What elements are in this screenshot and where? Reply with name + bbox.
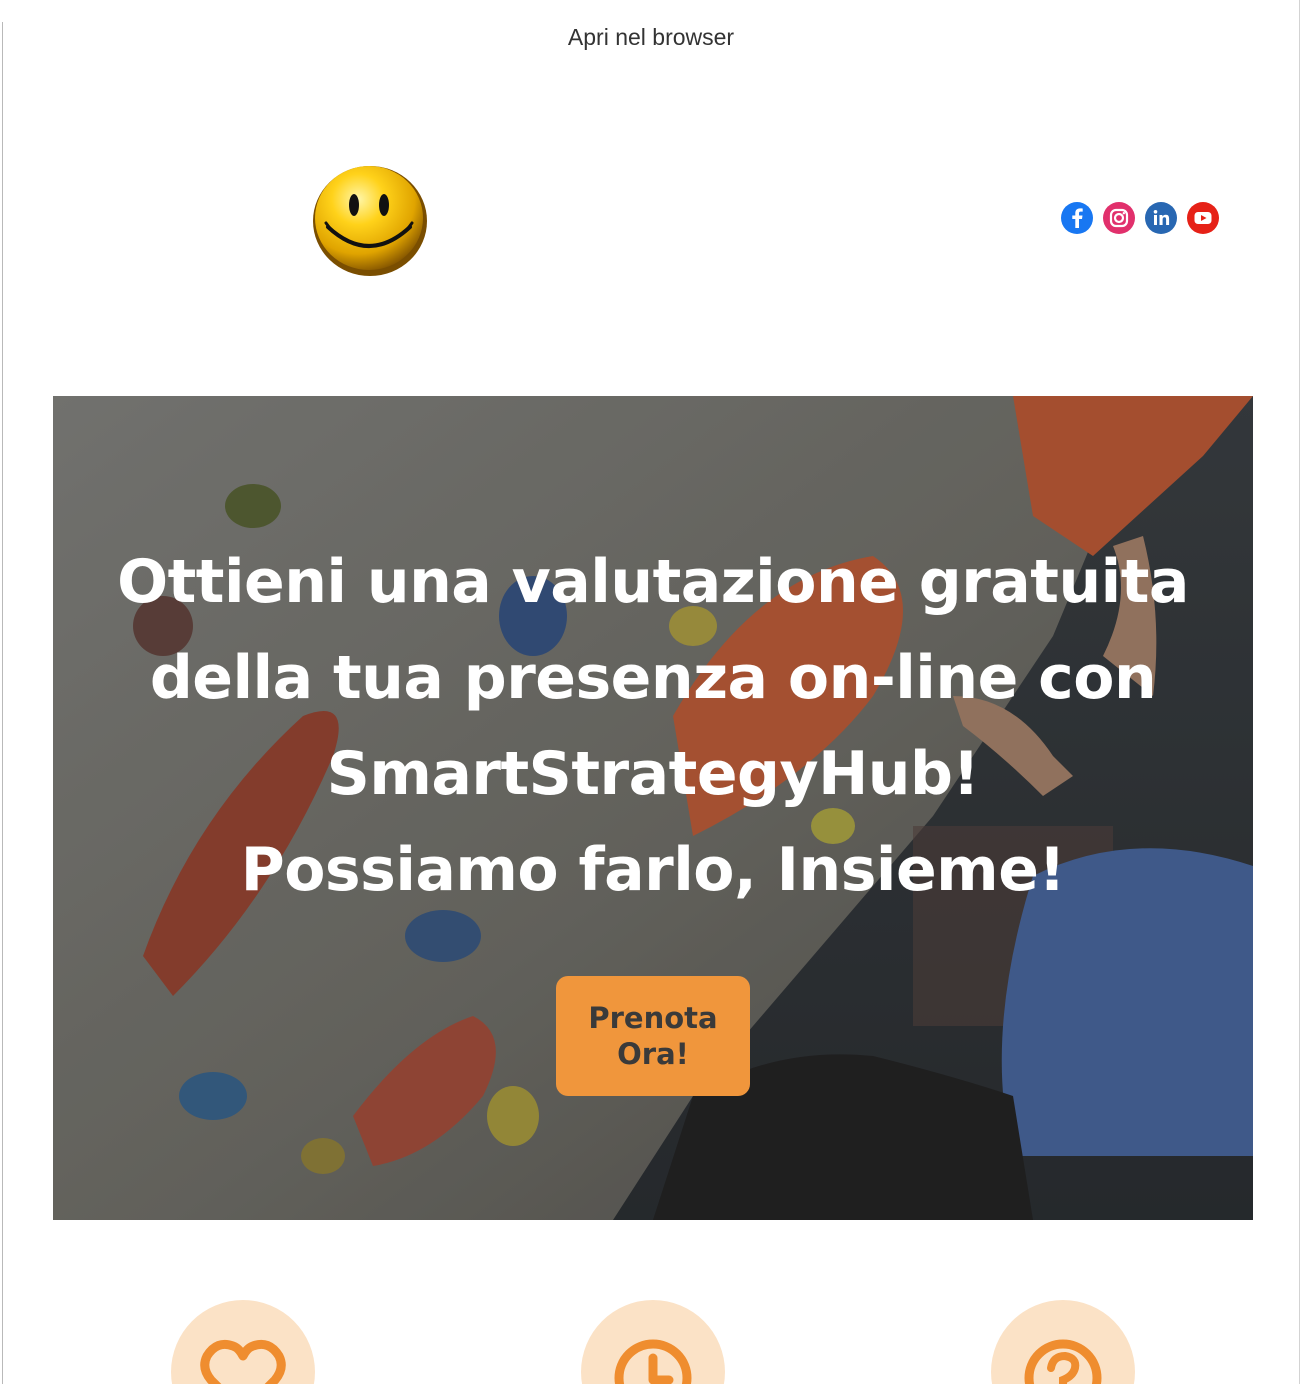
hero-title-line: Ottieni una valutazione gratuita [117, 547, 1189, 617]
prenota-ora-button[interactable]: Prenota Ora! [556, 976, 750, 1096]
facebook-icon[interactable] [1061, 202, 1093, 234]
hero-title-line: della tua presenza on-line con [149, 643, 1157, 713]
hero-title-line: SmartStrategyHub! [326, 739, 980, 809]
hero-banner: Ottieni una valutazione gratuita della t… [53, 396, 1253, 1220]
hero-title: Ottieni una valutazione gratuita della t… [93, 534, 1213, 918]
linkedin-icon[interactable] [1145, 202, 1177, 234]
social-links [1061, 202, 1219, 236]
open-in-browser-link[interactable]: Apri nel browser [0, 24, 1302, 51]
hero-title-line: Possiamo farlo, Insieme! [240, 835, 1066, 905]
instagram-icon[interactable] [1103, 202, 1135, 234]
feature-question [991, 1300, 1135, 1384]
youtube-icon[interactable] [1187, 202, 1219, 234]
smiley-logo-icon [306, 157, 434, 279]
email-page: Apri nel browser Ottieni una valutazione… [0, 0, 1302, 1384]
heart-icon [200, 1339, 286, 1384]
question-icon [1024, 1339, 1102, 1384]
clock-icon [614, 1339, 692, 1384]
feature-heart [171, 1300, 315, 1384]
feature-clock [581, 1300, 725, 1384]
left-border [2, 22, 3, 1384]
right-border [1299, 0, 1300, 1384]
